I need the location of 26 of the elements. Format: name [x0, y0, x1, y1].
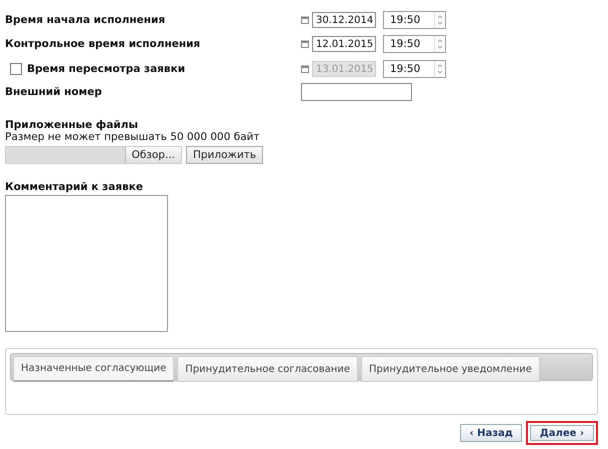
file-field[interactable]: Обзор...: [5, 146, 182, 164]
field-label: Время начала исполнения: [5, 14, 166, 26]
nav-button[interactable]: Далее ›: [526, 421, 598, 445]
tab[interactable]: Принудительное уведомление: [361, 356, 540, 382]
tab[interactable]: Принудительное согласование: [177, 356, 358, 382]
spinner-icon[interactable]: [434, 12, 445, 28]
comment-field[interactable]: [5, 195, 168, 332]
calendar-icon[interactable]: [301, 40, 309, 48]
field-label: Контрольное время исполнения: [5, 38, 200, 50]
spinner-icon[interactable]: [434, 36, 445, 52]
date-field[interactable]: 12.01.2015: [312, 36, 376, 52]
attach-button[interactable]: Приложить: [186, 146, 264, 164]
section-title: Приложенные файлы: [5, 119, 139, 131]
calendar-icon[interactable]: [301, 16, 309, 24]
time-field[interactable]: 19:50: [383, 11, 446, 29]
section-title: Комментарий к заявке: [5, 181, 144, 193]
calendar-icon[interactable]: [301, 65, 309, 73]
size-note: Размер не может превышать 50 000 000 байт: [5, 131, 261, 143]
nav-button[interactable]: ‹ Назад: [460, 424, 522, 442]
tab[interactable]: Назначенные согласующие: [13, 356, 174, 382]
date-field[interactable]: 30.12.2014: [312, 12, 376, 28]
time-field[interactable]: 19:50: [383, 35, 446, 53]
field-label: Внешний номер: [5, 86, 102, 98]
field-label: Время пересмотра заявки: [27, 63, 186, 75]
spinner-icon[interactable]: [434, 61, 445, 77]
input-field[interactable]: [301, 83, 412, 101]
